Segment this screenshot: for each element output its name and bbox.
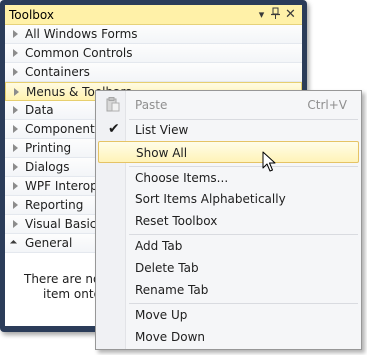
- category-label: Common Controls: [25, 46, 133, 60]
- menu-item-label: Paste: [135, 98, 168, 112]
- toolbox-title-bar[interactable]: Toolbox ▾ ✕: [5, 5, 302, 25]
- menu-item-label: Reset Toolbox: [135, 214, 218, 228]
- menu-item-add-tab[interactable]: Add Tab: [98, 235, 359, 257]
- collapsed-arrow-icon: [13, 163, 18, 171]
- collapsed-arrow-icon: [13, 182, 18, 190]
- menu-item-paste[interactable]: Paste Ctrl+V: [98, 94, 359, 116]
- category-containers[interactable]: Containers: [5, 63, 302, 82]
- menu-item-label: Move Down: [135, 330, 205, 344]
- toolbox-title: Toolbox: [9, 8, 54, 22]
- category-all-windows-forms[interactable]: All Windows Forms: [5, 25, 302, 44]
- collapsed-arrow-icon: [13, 68, 18, 76]
- collapsed-arrow-icon: [13, 106, 18, 114]
- menu-item-label: Add Tab: [135, 239, 183, 253]
- menu-item-show-all[interactable]: Show All: [98, 141, 359, 163]
- menu-item-label: Choose Items...: [135, 171, 229, 185]
- category-label: Components: [25, 122, 101, 136]
- menu-item-label: List View: [135, 123, 189, 137]
- checkmark-icon: ✔: [108, 121, 120, 137]
- menu-item-shortcut: Ctrl+V: [307, 98, 347, 112]
- collapsed-arrow-icon: [13, 220, 18, 228]
- collapsed-arrow-icon: [13, 144, 18, 152]
- collapsed-arrow-icon: [13, 30, 18, 38]
- menu-item-choose-items[interactable]: Choose Items...: [98, 167, 359, 189]
- toolbox-context-menu: Paste Ctrl+V ✔ List View Show All Choose…: [95, 90, 362, 350]
- category-label: Data: [25, 103, 54, 117]
- menu-item-label: Show All: [136, 146, 188, 160]
- expanded-arrow-icon: [9, 239, 18, 248]
- category-label: Reporting: [25, 198, 84, 212]
- category-common-controls[interactable]: Common Controls: [5, 44, 302, 63]
- window-position-dropdown-icon[interactable]: ▾: [255, 7, 268, 22]
- category-label: Printing: [25, 141, 72, 155]
- menu-item-rename-tab[interactable]: Rename Tab: [98, 279, 359, 301]
- menu-item-reset-toolbox[interactable]: Reset Toolbox: [98, 210, 359, 232]
- menu-item-label: Delete Tab: [135, 261, 199, 275]
- pin-icon[interactable]: [269, 7, 282, 22]
- menu-item-label: Rename Tab: [135, 283, 209, 297]
- menu-item-sort-items[interactable]: Sort Items Alphabetically: [98, 188, 359, 210]
- collapsed-arrow-icon: [13, 201, 18, 209]
- category-label: Containers: [25, 65, 90, 79]
- close-icon[interactable]: ✕: [284, 7, 297, 22]
- paste-icon: [106, 97, 120, 112]
- menu-item-label: Move Up: [135, 308, 188, 322]
- menu-item-list-view[interactable]: ✔ List View: [98, 119, 359, 141]
- menu-item-move-down[interactable]: Move Down: [98, 326, 359, 348]
- menu-item-delete-tab[interactable]: Delete Tab: [98, 257, 359, 279]
- menu-item-label: Sort Items Alphabetically: [135, 192, 286, 206]
- menu-item-move-up[interactable]: Move Up: [98, 304, 359, 326]
- category-label: Dialogs: [25, 160, 70, 174]
- collapsed-arrow-icon: [13, 49, 18, 57]
- collapsed-arrow-icon: [13, 125, 18, 133]
- category-label: General: [25, 236, 73, 250]
- mouse-pointer-icon: [262, 151, 276, 172]
- category-label: All Windows Forms: [25, 27, 138, 41]
- collapsed-arrow-icon: [14, 88, 19, 96]
